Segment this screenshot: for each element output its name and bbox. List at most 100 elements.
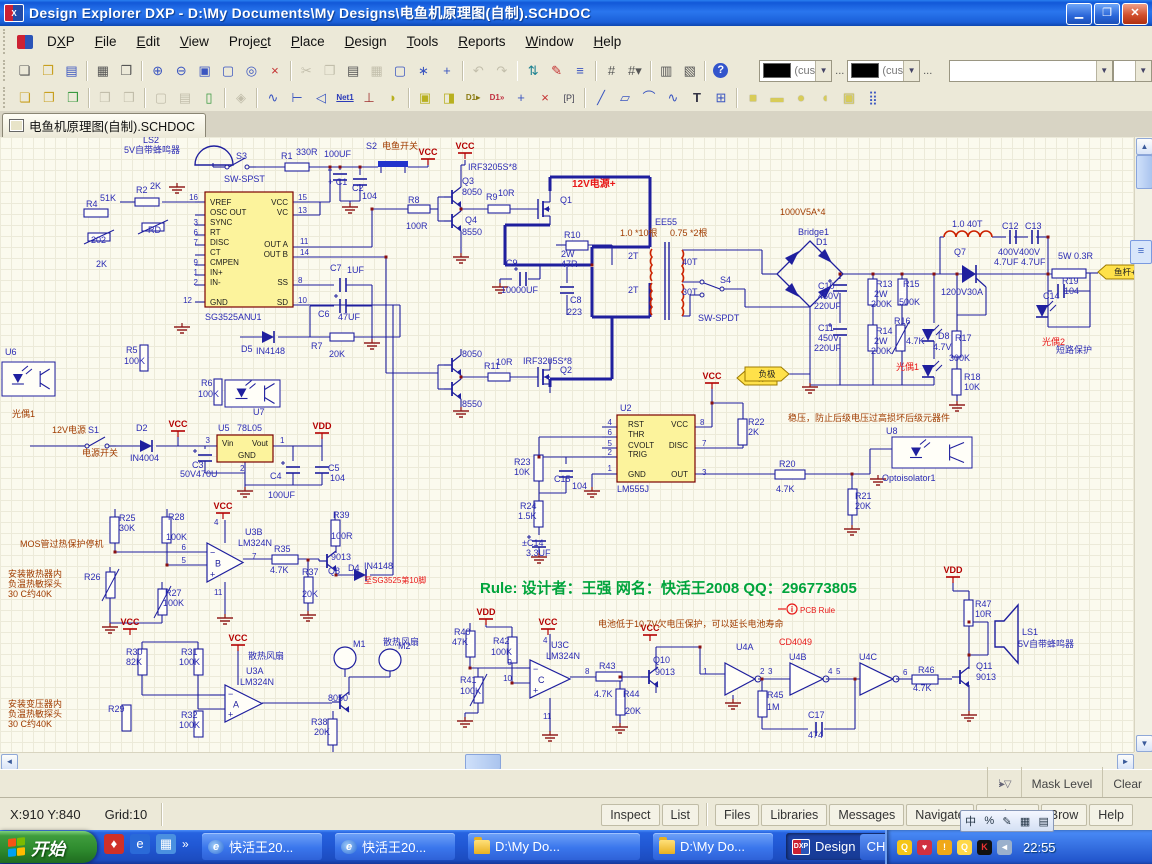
minimize-button[interactable]: ▁ — [1066, 3, 1092, 25]
place-wire-icon[interactable]: ∿ — [262, 88, 284, 108]
save-document-icon[interactable]: ▤ — [61, 61, 82, 81]
zoom-out-icon[interactable]: ⊖ — [170, 61, 191, 81]
ime-language-bar[interactable]: 中%✎▦▤ — [960, 810, 1054, 832]
start-button[interactable]: 开始 — [0, 831, 97, 863]
media-player-quicklaunch-icon[interactable]: ♦ — [104, 834, 124, 854]
taskbar-task-1[interactable]: e快活王20... — [335, 833, 455, 860]
tray-qq2-icon[interactable]: Q — [957, 840, 972, 855]
document-options-icon[interactable]: ▯ — [198, 88, 220, 108]
print-icon[interactable]: ▦ — [92, 61, 113, 81]
title-bar[interactable]: X Design Explorer DXP - D:\My Documents\… — [0, 0, 1152, 26]
cross-probe-icon[interactable]: ⇅ — [522, 61, 543, 81]
schematic-canvas[interactable]: VCCVCCVCCVCCVCCVCCVCCVCCVCCVDDVDDVDDB−+A… — [0, 137, 1134, 752]
draw-arc-icon[interactable]: ⌒ — [638, 88, 660, 108]
internet-explorer-quicklaunch-icon[interactable]: e — [130, 834, 150, 854]
units-combo[interactable]: ▼ — [1113, 60, 1152, 82]
tray-qq-icon[interactable]: Q — [897, 840, 912, 855]
draw-bezier-icon[interactable]: ∿ — [662, 88, 684, 108]
taskbar-task-2[interactable]: D:\My Do... — [468, 833, 640, 860]
menu-grip[interactable] — [3, 29, 10, 54]
paste-icon[interactable]: ▤ — [342, 61, 363, 81]
menu-design[interactable]: Design — [335, 31, 397, 52]
place-sheet-symbol-icon[interactable]: ▣ — [414, 88, 436, 108]
place-offsheet-icon[interactable]: D1» — [486, 88, 508, 108]
round-rect-icon[interactable]: ▬ — [766, 88, 788, 108]
select-area-icon[interactable]: ▢ — [389, 61, 410, 81]
browse-library-icon[interactable]: ▥ — [656, 61, 677, 81]
place-port-icon[interactable]: D1▸ — [462, 88, 484, 108]
pin-array-icon[interactable]: ⣿ — [862, 88, 884, 108]
open-project-icon[interactable]: ❒ — [62, 88, 84, 108]
fill-color-combo[interactable]: (cus▼ — [759, 60, 832, 82]
taskbar-task-0[interactable]: e快活王20... — [202, 833, 322, 860]
compile-project-icon[interactable]: ❒ — [118, 88, 140, 108]
menu-edit[interactable]: Edit — [127, 31, 170, 52]
ime-icon-4[interactable]: ▤ — [1038, 815, 1048, 828]
print-preview-icon[interactable]: ❒ — [116, 61, 137, 81]
place-probe-icon[interactable]: + — [510, 88, 532, 108]
place-sheet-entry-icon[interactable]: ◨ — [438, 88, 460, 108]
show-desktop-quicklaunch-icon[interactable]: ▦ — [156, 834, 176, 854]
navigate-up-icon[interactable]: ◈ — [230, 88, 252, 108]
tray-antivirus-icon[interactable]: ♥ — [917, 840, 932, 855]
status-button-files[interactable]: Files — [715, 804, 759, 826]
quicklaunch-chevron[interactable]: » — [182, 837, 189, 851]
new-document-icon[interactable]: ❏ — [14, 61, 35, 81]
menu-file[interactable]: File — [85, 31, 127, 52]
scroll-up-button[interactable]: ▲ — [1136, 138, 1152, 155]
place-gnd-icon[interactable]: ⊥ — [358, 88, 380, 108]
menu-help[interactable]: Help — [584, 31, 632, 52]
vscroll-thumb[interactable] — [1136, 155, 1152, 189]
tray-kaspersky-icon[interactable]: K — [977, 840, 992, 855]
menu-dxp[interactable]: DXP — [37, 31, 85, 52]
status-button-inspect[interactable]: Inspect — [601, 804, 659, 826]
zoom-selection-icon[interactable]: ◎ — [241, 61, 262, 81]
open-any-document-icon[interactable]: ❐ — [38, 88, 60, 108]
status-button-help[interactable]: Help — [1089, 804, 1133, 826]
paste-array-icon[interactable]: ▦ — [366, 61, 387, 81]
restore-button[interactable]: ❐ — [1094, 3, 1120, 25]
place-parameter-icon[interactable]: [P] — [558, 88, 580, 108]
scroll-down-button[interactable]: ▼ — [1136, 735, 1152, 752]
place-text-icon[interactable]: T — [686, 88, 708, 108]
add-document-icon[interactable]: ▢ — [150, 88, 172, 108]
cut-icon[interactable]: ✂ — [296, 61, 317, 81]
filter-toggle-button[interactable]: ⁞▸▽ — [987, 767, 1021, 801]
open-document-icon[interactable]: ❐ — [37, 61, 58, 81]
storage-manager-icon[interactable]: ▤ — [174, 88, 196, 108]
compile-document-icon[interactable]: ❒ — [94, 88, 116, 108]
snap-grid-icon[interactable]: # — [601, 61, 622, 81]
draw-line-icon[interactable]: ╱ — [590, 88, 612, 108]
ime-icon-1[interactable]: % — [984, 815, 994, 827]
search-library-icon[interactable]: ▧ — [679, 61, 700, 81]
graphic-image-icon[interactable]: ▣ — [838, 88, 860, 108]
close-button[interactable]: ✕ — [1122, 3, 1148, 25]
status-button-list[interactable]: List — [662, 804, 699, 826]
place-net-label-icon[interactable]: Net1 — [334, 88, 356, 108]
menu-view[interactable]: View — [170, 31, 219, 52]
mask-level-button[interactable]: Mask Level — [1021, 767, 1103, 801]
color-more-button[interactable]: ... — [835, 65, 844, 77]
ime-icon-0[interactable]: 中 — [965, 813, 976, 829]
status-button-messages[interactable]: Messages — [829, 804, 904, 826]
zoom-in-icon[interactable]: ⊕ — [147, 61, 168, 81]
menu-reports[interactable]: Reports — [448, 31, 515, 52]
panel-tab-button[interactable]: ≡ — [1130, 240, 1152, 264]
grid-menu-icon[interactable]: #▾ — [624, 61, 645, 81]
draw-polygon-icon[interactable]: ▱ — [614, 88, 636, 108]
place-no-erc-icon[interactable]: × — [534, 88, 556, 108]
scope-combo[interactable]: ▼ — [949, 60, 1113, 82]
status-button-libraries[interactable]: Libraries — [761, 804, 827, 826]
ime-icon-2[interactable]: ✎ — [1002, 815, 1011, 828]
undo-icon[interactable]: ↶ — [468, 61, 489, 81]
move-selection-icon[interactable]: + — [436, 61, 457, 81]
fill-rect-icon[interactable]: ■ — [742, 88, 764, 108]
pie-chart-icon[interactable]: ◖ — [814, 88, 836, 108]
ellipse-icon[interactable]: ● — [790, 88, 812, 108]
help-icon[interactable]: ? — [713, 63, 728, 78]
tray-volume-icon[interactable]: ◄ — [997, 840, 1012, 855]
annotate-icon[interactable]: ✎ — [546, 61, 567, 81]
copy-icon[interactable]: ❐ — [319, 61, 340, 81]
menu-tools[interactable]: Tools — [397, 31, 449, 52]
color-more-button[interactable]: ... — [923, 65, 932, 77]
